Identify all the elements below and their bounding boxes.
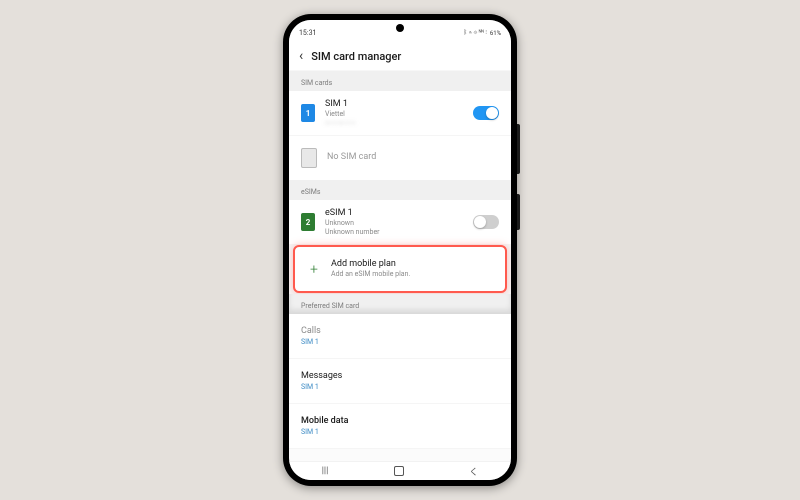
back-icon[interactable]: ‹ xyxy=(299,48,303,64)
esim1-name: eSIM 1 xyxy=(325,208,473,219)
messages-row[interactable]: Messages SIM 1 xyxy=(289,358,511,403)
mobile-data-row[interactable]: Mobile data SIM 1 xyxy=(289,403,511,448)
sim1-carrier: Viettel xyxy=(325,110,473,119)
app-header: ‹ SIM card manager xyxy=(289,42,511,71)
plus-icon: + xyxy=(307,262,321,276)
add-plan-highlight: + Add mobile plan Add an eSIM mobile pla… xyxy=(293,245,507,293)
battery-percent: 61% xyxy=(490,30,501,37)
esim1-icon: 2 xyxy=(301,213,315,231)
esim1-row[interactable]: 2 eSIM 1 Unknown Unknown number xyxy=(289,200,511,244)
sim1-name: SIM 1 xyxy=(325,99,473,110)
sim-empty-icon xyxy=(301,148,317,168)
android-navbar: ||| く xyxy=(289,461,511,480)
esim1-number: Unknown number xyxy=(325,228,473,237)
sim1-toggle[interactable] xyxy=(473,106,499,120)
add-plan-title: Add mobile plan xyxy=(331,259,493,270)
phone-frame: 15:31 ᛒ ⋔ ⟐ ᴺᴺ ⫶ 61% ‹ SIM card manager … xyxy=(283,14,517,486)
power-button xyxy=(517,194,520,230)
calls-label: Calls xyxy=(301,326,499,337)
sim1-icon: 1 xyxy=(301,104,315,122)
recents-button[interactable]: ||| xyxy=(322,466,329,476)
calls-row[interactable]: Calls SIM 1 xyxy=(289,314,511,358)
esim1-carrier: Unknown xyxy=(325,219,473,228)
mobile-data-value: SIM 1 xyxy=(301,428,499,436)
home-button[interactable] xyxy=(394,466,404,476)
status-time: 15:31 xyxy=(299,29,316,37)
page-title: SIM card manager xyxy=(311,50,401,63)
messages-label: Messages xyxy=(301,371,499,382)
sim1-number: --- -- --- -- -- xyxy=(325,119,473,128)
sim2-row[interactable]: No SIM card xyxy=(289,135,511,180)
section-preferred: Preferred SIM card xyxy=(289,294,511,314)
add-mobile-plan-row[interactable]: + Add mobile plan Add an eSIM mobile pla… xyxy=(295,247,505,291)
messages-value: SIM 1 xyxy=(301,383,499,391)
mobile-data-label: Mobile data xyxy=(301,416,499,427)
volume-button xyxy=(517,124,520,174)
add-plan-sub: Add an eSIM mobile plan. xyxy=(331,270,493,279)
front-camera xyxy=(396,24,404,32)
esim1-toggle[interactable] xyxy=(473,215,499,229)
sim1-row[interactable]: 1 SIM 1 Viettel --- -- --- -- -- xyxy=(289,91,511,135)
sim2-label: No SIM card xyxy=(327,152,499,163)
section-sim-cards: SIM cards xyxy=(289,71,511,91)
calls-value: SIM 1 xyxy=(301,338,499,346)
section-esims: eSIMs xyxy=(289,180,511,200)
back-button[interactable]: く xyxy=(469,465,478,478)
status-icons: ᛒ ⋔ ⟐ ᴺᴺ ⫶ xyxy=(463,29,486,37)
